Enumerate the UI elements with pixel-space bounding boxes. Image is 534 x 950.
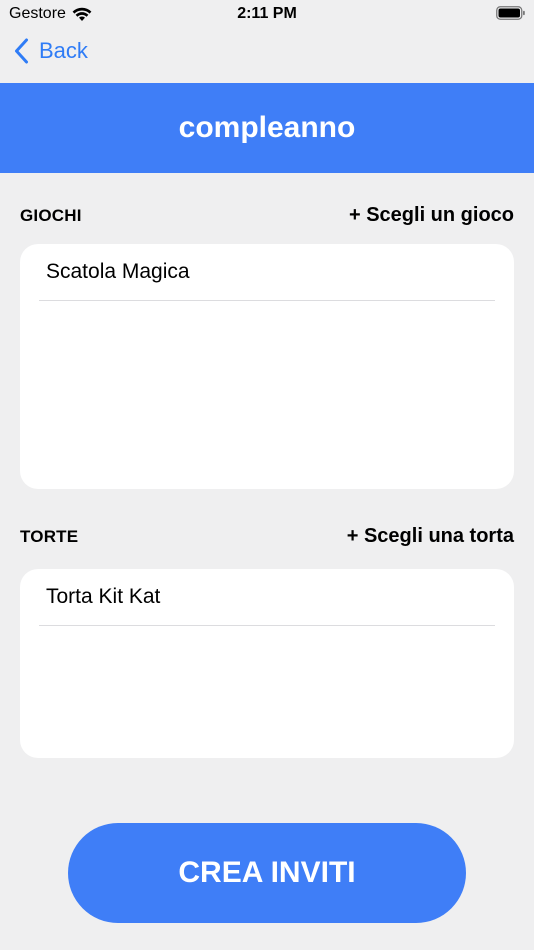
create-invites-button[interactable]: CREA INVITI [68, 823, 466, 923]
choose-game-button[interactable]: + Scegli un gioco [349, 204, 514, 227]
games-list: Scatola Magica [20, 244, 514, 489]
list-item[interactable]: Torta Kit Kat [39, 569, 495, 626]
battery-icon [496, 5, 526, 21]
list-item[interactable]: Scatola Magica [39, 244, 495, 301]
page-title: compleanno [178, 111, 356, 144]
choose-cake-button[interactable]: + Scegli una torta [347, 525, 514, 548]
status-bar: Gestore 2:11 PM [0, 0, 534, 28]
chevron-left-icon [14, 38, 29, 64]
cakes-section-header: TORTE + Scegli una torta [20, 525, 514, 548]
games-section-label: GIOCHI [20, 205, 82, 225]
back-label: Back [39, 38, 88, 63]
games-section-header: GIOCHI + Scegli un gioco [20, 204, 514, 227]
status-time: 2:11 PM [237, 5, 297, 22]
back-button[interactable]: Back [14, 38, 88, 64]
title-banner: compleanno [0, 83, 534, 173]
cakes-list: Torta Kit Kat [20, 569, 514, 758]
cakes-section-label: TORTE [20, 526, 79, 546]
